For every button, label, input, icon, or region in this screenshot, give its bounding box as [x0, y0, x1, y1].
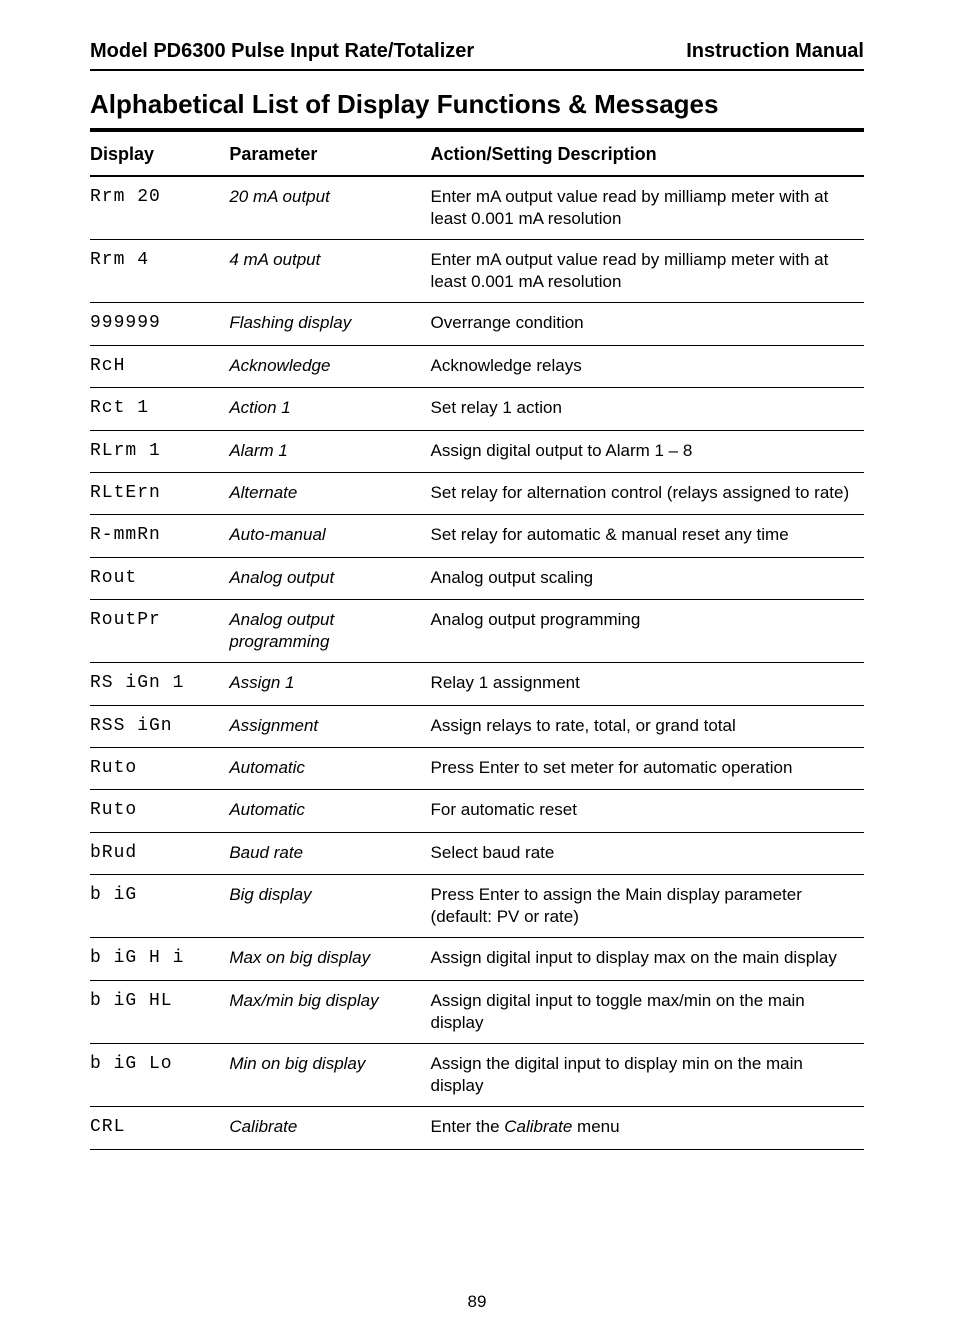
table-row: RSS iGnAssignmentAssign relays to rate, … — [90, 705, 864, 747]
header-rule — [90, 69, 864, 71]
table-row: 999999Flashing displayOverrange conditio… — [90, 303, 864, 345]
parameter-name: Assign 1 — [229, 663, 430, 705]
parameter-name: Min on big display — [229, 1044, 430, 1107]
action-description: For automatic reset — [431, 790, 864, 832]
action-description: Set relay for alternation control (relay… — [431, 472, 864, 514]
page-title: Alphabetical List of Display Functions &… — [90, 89, 864, 120]
parameter-name: Action 1 — [229, 388, 430, 430]
display-code: RLtErn — [90, 472, 229, 514]
parameter-name: Calibrate — [229, 1107, 430, 1149]
action-text: menu — [572, 1117, 619, 1136]
table-row: b iGBig displayPress Enter to assign the… — [90, 875, 864, 938]
parameter-name: Automatic — [229, 748, 430, 790]
table-row: RLrm 1Alarm 1Assign digital output to Al… — [90, 430, 864, 472]
table-row: Rrm 44 mA outputEnter mA output value re… — [90, 240, 864, 303]
display-code: Rrm 20 — [90, 176, 229, 240]
table-row: RoutPrAnalog output programmingAnalog ou… — [90, 600, 864, 663]
parameter-name: Baud rate — [229, 832, 430, 874]
action-description: Enter mA output value read by milliamp m… — [431, 240, 864, 303]
action-description: Acknowledge relays — [431, 345, 864, 387]
table-row: CRLCalibrateEnter the Calibrate menu — [90, 1107, 864, 1149]
action-description: Enter the Calibrate menu — [431, 1107, 864, 1149]
functions-table: Display Parameter Action/Setting Descrip… — [90, 134, 864, 1150]
col-display-header: Display — [90, 134, 229, 176]
display-code: RLrm 1 — [90, 430, 229, 472]
table-row: bRudBaud rateSelect baud rate — [90, 832, 864, 874]
action-description: Enter mA output value read by milliamp m… — [431, 176, 864, 240]
parameter-name: Auto-manual — [229, 515, 430, 557]
table-row: RutoAutomaticFor automatic reset — [90, 790, 864, 832]
table-row: R-mmRnAuto-manualSet relay for automatic… — [90, 515, 864, 557]
parameter-name: Automatic — [229, 790, 430, 832]
table-row: Rct 1Action 1Set relay 1 action — [90, 388, 864, 430]
action-description: Select baud rate — [431, 832, 864, 874]
table-row: RoutAnalog outputAnalog output scaling — [90, 557, 864, 599]
display-code: 999999 — [90, 303, 229, 345]
display-code: bRud — [90, 832, 229, 874]
header-left: Model PD6300 Pulse Input Rate/Totalizer — [90, 40, 474, 63]
title-rule — [90, 128, 864, 132]
action-text-ital: Calibrate — [504, 1117, 572, 1136]
parameter-name: Max/min big display — [229, 980, 430, 1043]
parameter-name: 20 mA output — [229, 176, 430, 240]
parameter-name: Analog output programming — [229, 600, 430, 663]
table-row: b iG LoMin on big displayAssign the digi… — [90, 1044, 864, 1107]
display-code: b iG HL — [90, 980, 229, 1043]
display-code: RcH — [90, 345, 229, 387]
action-text: Enter the — [431, 1117, 505, 1136]
parameter-name: Flashing display — [229, 303, 430, 345]
display-code: RoutPr — [90, 600, 229, 663]
table-row: RcHAcknowledgeAcknowledge relays — [90, 345, 864, 387]
action-description: Assign relays to rate, total, or grand t… — [431, 705, 864, 747]
parameter-name: Alternate — [229, 472, 430, 514]
display-code: Ruto — [90, 790, 229, 832]
page-number: 89 — [0, 1292, 954, 1312]
action-description: Assign digital input to display max on t… — [431, 938, 864, 980]
action-description: Press Enter to set meter for automatic o… — [431, 748, 864, 790]
display-code: b iG H i — [90, 938, 229, 980]
display-code: RS iGn 1 — [90, 663, 229, 705]
action-description: Assign digital output to Alarm 1 – 8 — [431, 430, 864, 472]
display-code: Rout — [90, 557, 229, 599]
display-code: Rct 1 — [90, 388, 229, 430]
table-row: b iG H iMax on big displayAssign digital… — [90, 938, 864, 980]
display-code: CRL — [90, 1107, 229, 1149]
action-description: Assign the digital input to display min … — [431, 1044, 864, 1107]
parameter-name: Acknowledge — [229, 345, 430, 387]
table-row: b iG HLMax/min big displayAssign digital… — [90, 980, 864, 1043]
action-description: Overrange condition — [431, 303, 864, 345]
display-code: Rrm 4 — [90, 240, 229, 303]
action-description: Assign digital input to toggle max/min o… — [431, 980, 864, 1043]
table-row: RS iGn 1Assign 1Relay 1 assignment — [90, 663, 864, 705]
display-code: b iG — [90, 875, 229, 938]
header-right: Instruction Manual — [686, 40, 864, 63]
action-description: Relay 1 assignment — [431, 663, 864, 705]
parameter-name: Analog output — [229, 557, 430, 599]
action-description: Set relay 1 action — [431, 388, 864, 430]
action-description: Press Enter to assign the Main display p… — [431, 875, 864, 938]
display-code: b iG Lo — [90, 1044, 229, 1107]
display-code: RSS iGn — [90, 705, 229, 747]
col-parameter-header: Parameter — [229, 134, 430, 176]
display-code: R-mmRn — [90, 515, 229, 557]
action-description: Analog output programming — [431, 600, 864, 663]
table-row: Rrm 2020 mA outputEnter mA output value … — [90, 176, 864, 240]
table-header-row: Display Parameter Action/Setting Descrip… — [90, 134, 864, 176]
action-description: Set relay for automatic & manual reset a… — [431, 515, 864, 557]
parameter-name: Max on big display — [229, 938, 430, 980]
table-row: RLtErnAlternateSet relay for alternation… — [90, 472, 864, 514]
parameter-name: Big display — [229, 875, 430, 938]
display-code: Ruto — [90, 748, 229, 790]
parameter-name: 4 mA output — [229, 240, 430, 303]
parameter-name: Assignment — [229, 705, 430, 747]
col-action-header: Action/Setting Description — [431, 134, 864, 176]
action-description: Analog output scaling — [431, 557, 864, 599]
table-row: RutoAutomaticPress Enter to set meter fo… — [90, 748, 864, 790]
parameter-name: Alarm 1 — [229, 430, 430, 472]
